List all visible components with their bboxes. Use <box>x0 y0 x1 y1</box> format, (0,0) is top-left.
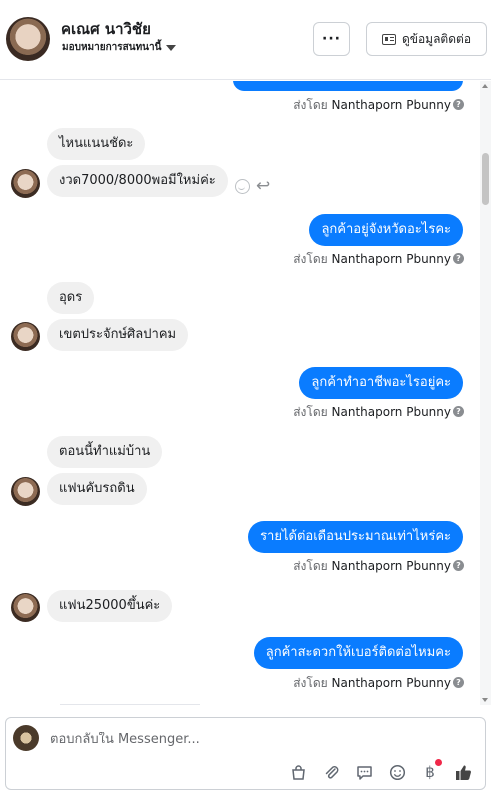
contact-avatar-small[interactable] <box>11 477 40 506</box>
more-options-button[interactable]: ··· <box>313 22 350 56</box>
incoming-message-bubble[interactable]: งวด7000/8000พอมีใหม่ค่ะ <box>47 165 228 197</box>
outgoing-message-bubble[interactable] <box>233 81 463 91</box>
help-icon[interactable]: ? <box>453 406 464 417</box>
view-contact-button[interactable]: ดูข้อมูลติดต่อ <box>366 22 487 56</box>
help-icon[interactable]: ? <box>453 560 464 571</box>
reply-composer: ฿ <box>5 717 486 790</box>
assign-conversation-dropdown[interactable]: มอบหมายการสนทนานี้ <box>62 40 177 55</box>
incoming-message-bubble[interactable]: ตอนนี้ทำแม่บ้าน <box>47 436 163 468</box>
sent-by-label: ส่งโดย Nanthaporn Pbunny <box>293 98 451 112</box>
assign-label: มอบหมายการสนทนานี้ <box>62 42 162 53</box>
message-actions: ↩ <box>235 178 270 195</box>
incoming-message-bubble[interactable]: เขตประจักษ์ศิลปาคม <box>47 319 189 351</box>
reply-input[interactable] <box>50 732 470 747</box>
outgoing-message-bubble[interactable]: ลูกค้าอยู่จังหวัดอะไรคะ <box>309 214 463 246</box>
reply-arrow-icon[interactable]: ↩ <box>256 178 270 195</box>
conversation-header: คเณศ นาวิชัย มอบหมายการสนทนานี้ ··· ดูข้… <box>0 0 491 80</box>
incoming-message-bubble[interactable]: อุดร <box>47 282 95 314</box>
help-icon[interactable]: ? <box>453 253 464 264</box>
contact-name[interactable]: คเณศ นาวิชัย <box>61 17 151 41</box>
contact-card-icon <box>381 33 396 45</box>
scroll-thumb[interactable] <box>482 153 489 205</box>
sent-by-label: ส่งโดย Nanthaporn Pbunny <box>293 252 451 266</box>
page-avatar <box>13 725 39 751</box>
scroll-up-arrow-icon[interactable] <box>482 84 488 88</box>
contact-avatar-small[interactable] <box>11 322 40 351</box>
message-thread: ส่งโดย Nanthaporn Pbunny ? ไหนแนนชัดะ งว… <box>0 81 491 705</box>
sent-by-label: ส่งโดย Nanthaporn Pbunny <box>293 559 451 573</box>
shopping-bag-icon[interactable] <box>288 762 308 782</box>
composer-toolbar: ฿ <box>288 759 473 782</box>
help-icon[interactable]: ? <box>453 677 464 688</box>
speech-bubble-icon[interactable] <box>354 762 374 782</box>
notification-dot <box>435 759 442 766</box>
baht-icon[interactable]: ฿ <box>420 759 442 782</box>
contact-avatar[interactable] <box>6 17 50 61</box>
scroll-down-arrow-icon[interactable] <box>482 698 488 702</box>
incoming-message-bubble[interactable]: แฟนคับรถดิน <box>47 473 147 505</box>
contact-avatar-small[interactable] <box>11 593 40 622</box>
react-emoji-icon[interactable] <box>235 179 250 194</box>
paperclip-icon[interactable] <box>321 762 341 782</box>
contact-avatar-small[interactable] <box>11 169 40 198</box>
view-contact-label: ดูข้อมูลติดต่อ <box>401 31 472 46</box>
emoji-icon[interactable] <box>387 762 407 782</box>
incoming-message-bubble[interactable]: ไหนแนนชัดะ <box>47 128 146 160</box>
thread-scrollbar[interactable] <box>480 81 491 705</box>
outgoing-message-bubble[interactable]: ลูกค้าสะดวกให้เบอร์ติดต่อไหมคะ <box>253 637 463 669</box>
sent-by-label: ส่งโดย Nanthaporn Pbunny <box>293 405 451 419</box>
divider <box>60 704 200 705</box>
incoming-message-bubble[interactable]: แฟน25000ขึ้นค่ะ <box>47 590 173 622</box>
thumbs-up-icon[interactable] <box>453 762 473 782</box>
help-icon[interactable]: ? <box>453 99 464 110</box>
sent-by-label: ส่งโดย Nanthaporn Pbunny <box>293 676 451 690</box>
caret-down-icon <box>166 44 177 51</box>
outgoing-message-bubble[interactable]: รายได้ต่อเดือนประมาณเท่าไหร่คะ <box>248 521 463 553</box>
outgoing-message-bubble[interactable]: ลูกค้าทำอาชีพอะไรอยู่คะ <box>299 367 463 399</box>
